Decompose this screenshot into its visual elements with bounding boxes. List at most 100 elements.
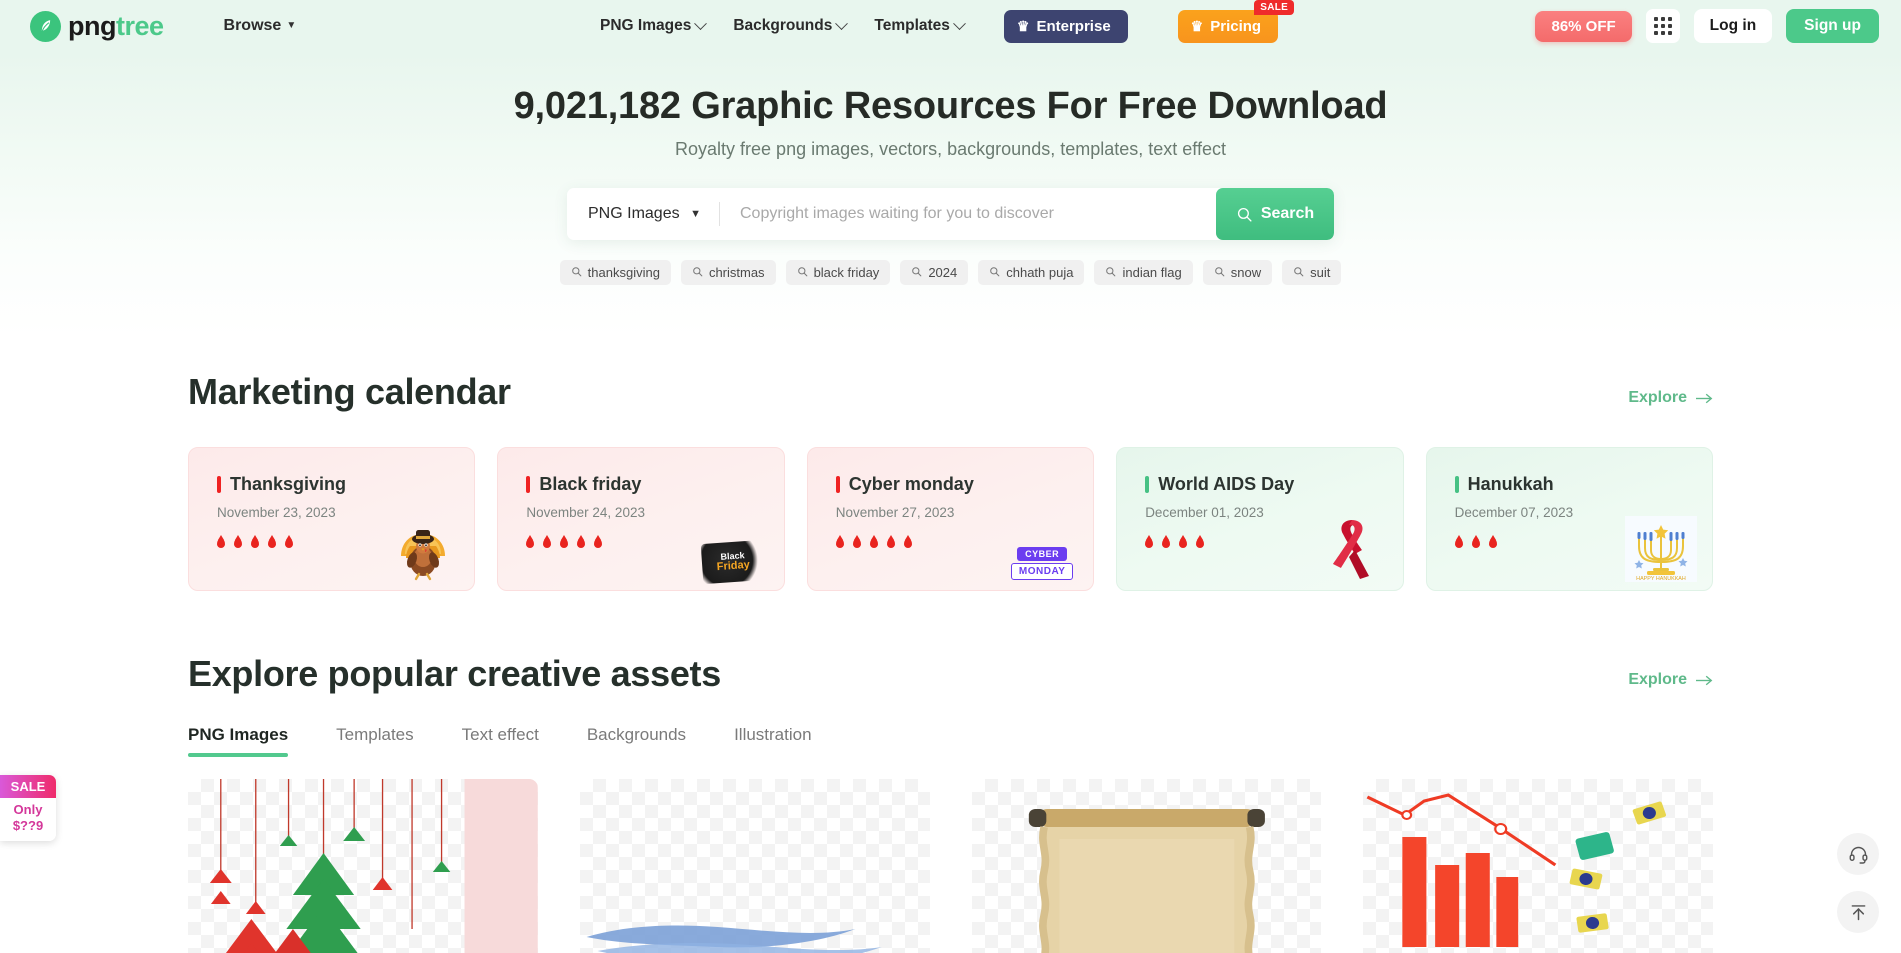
calendar-card[interactable]: Hanukkah December 07, 2023 HAPPY HANUKKAH: [1425, 447, 1713, 591]
blue-brush-stroke-illustration: [586, 925, 882, 953]
sale-sticker[interactable]: SALE Only $??9: [0, 775, 56, 841]
calendar-card-name: Hanukkah: [1467, 474, 1554, 494]
search-icon: [1106, 267, 1116, 277]
asset-category-tabs: PNG Images Templates Text effect Background…: [188, 725, 1713, 757]
calendar-card-name: World AIDS Day: [1158, 474, 1295, 494]
site-header: pngtree Browse ▼ PNG Images Backgrounds …: [0, 0, 1901, 52]
chevron-down-icon: [953, 16, 966, 30]
apps-grid-glyph: [1653, 17, 1672, 35]
intensity-dot: [594, 538, 603, 548]
suggested-tag[interactable]: black friday: [785, 260, 891, 285]
calendar-header: Marketing calendar Explore: [188, 371, 1713, 413]
nav-item-label: Backgrounds: [733, 17, 833, 34]
search-icon: [797, 267, 807, 277]
nav-item-png-images[interactable]: PNG Images: [600, 16, 708, 35]
enterprise-button[interactable]: ♛ Enterprise: [1003, 9, 1128, 43]
logo[interactable]: pngtree: [30, 10, 164, 42]
parchment-scroll-illustration: [1028, 809, 1265, 953]
suggested-tag-label: indian flag: [1122, 265, 1182, 280]
chevron-down-icon: [694, 16, 708, 30]
login-button[interactable]: Log in: [1693, 9, 1773, 43]
asset-card[interactable]: [1363, 779, 1713, 953]
marketing-calendar-section: Marketing calendar Explore Thanksgiving N…: [0, 371, 1901, 591]
sale-sticker-line1: Only: [13, 802, 43, 817]
calendar-card-art: HAPPY HANUKKAH: [1622, 504, 1700, 582]
search-input[interactable]: [720, 188, 1216, 240]
black-friday-illustration: Black Friday: [700, 539, 766, 585]
support-button[interactable]: [1837, 833, 1879, 875]
intensity-dot: [577, 538, 586, 548]
arrow-right-icon: [1696, 675, 1713, 685]
intensity-dot: [1196, 538, 1205, 548]
asset-card[interactable]: [971, 779, 1322, 953]
suggested-tag[interactable]: indian flag: [1094, 260, 1193, 285]
suggested-tag-label: 2024: [928, 265, 958, 280]
scroll-to-top-icon: [1851, 904, 1865, 920]
calendar-card[interactable]: Thanksgiving November 23, 2023: [188, 447, 476, 591]
search-category-select[interactable]: PNG Images ▼: [567, 188, 719, 240]
accent-bar-icon: [1454, 476, 1459, 493]
calendar-card-name-row: Thanksgiving: [217, 474, 474, 495]
asset-card[interactable]: [188, 779, 538, 953]
calendar-card-name-row: World AIDS Day: [1145, 474, 1402, 495]
calendar-card-grid: Thanksgiving November 23, 2023 Black frida…: [188, 447, 1713, 591]
suggested-tag[interactable]: 2024: [900, 260, 969, 285]
assets-header: Explore popular creative assets Explore: [188, 653, 1713, 695]
suggested-tag[interactable]: suit: [1282, 260, 1342, 285]
pricing-button[interactable]: ♛ Pricing SALE: [1177, 0, 1295, 43]
asset-card[interactable]: [579, 779, 930, 953]
discount-badge[interactable]: 86% OFF: [1535, 10, 1632, 42]
tab-text-effect[interactable]: Text effect: [462, 725, 539, 757]
suggested-tag[interactable]: christmas: [680, 260, 776, 285]
signup-button[interactable]: Sign up: [1786, 9, 1879, 43]
calendar-card[interactable]: World AIDS Day December 01, 2023: [1116, 447, 1404, 591]
apps-grid-icon[interactable]: [1645, 9, 1680, 43]
search-icon: [1294, 267, 1304, 277]
nav-browse[interactable]: Browse ▼: [224, 17, 297, 35]
calendar-title: Marketing calendar: [188, 371, 511, 412]
popular-assets-section: Explore popular creative assets Explore …: [0, 653, 1901, 953]
intensity-dot: [543, 538, 552, 548]
assets-explore-link[interactable]: Explore: [1628, 671, 1713, 695]
calendar-card-name-row: Black friday: [526, 474, 783, 495]
calendar-card[interactable]: Cyber monday November 27, 2023 CYBER MONDAY: [806, 447, 1095, 591]
suggested-tag[interactable]: chhath puja: [978, 260, 1085, 285]
tab-templates[interactable]: Templates: [336, 725, 413, 757]
suggested-tag[interactable]: snow: [1202, 260, 1273, 285]
suggested-tag-label: chhath puja: [1006, 265, 1074, 280]
intensity-dot: [526, 538, 535, 548]
calendar-explore-link[interactable]: Explore: [1628, 389, 1713, 413]
search-button[interactable]: Search: [1216, 188, 1334, 240]
tab-png-images[interactable]: PNG Images: [188, 725, 289, 757]
suggested-tag[interactable]: thanksgiving: [559, 260, 671, 285]
accent-bar-icon: [217, 476, 221, 493]
asset-card-grid: [188, 779, 1713, 953]
calendar-card[interactable]: Black friday November 24, 2023 Black Friday: [497, 447, 785, 591]
nav-item-backgrounds[interactable]: Backgrounds: [733, 16, 849, 35]
search-icon: [1293, 265, 1304, 280]
logo-wordmark: pngtree: [68, 12, 164, 40]
intensity-dot: [234, 538, 242, 548]
scroll-to-top-button[interactable]: [1837, 891, 1879, 933]
logo-leaf-icon: [30, 10, 61, 42]
nav-item-templates[interactable]: Templates: [874, 16, 966, 35]
tab-illustration[interactable]: Illustration: [734, 725, 811, 757]
search-icon: [1214, 265, 1225, 280]
intensity-dot: [1454, 538, 1463, 548]
pricing-sale-badge: SALE: [1254, 0, 1295, 15]
sale-sticker-line2: $??9: [12, 818, 44, 834]
tab-label: Illustration: [734, 725, 812, 744]
calendar-explore-label: Explore: [1628, 389, 1687, 406]
crown-icon: ♛: [1016, 18, 1030, 34]
svg-text:HAPPY HANUKKAH: HAPPY HANUKKAH: [1636, 576, 1686, 582]
accent-bar-icon: [1145, 476, 1150, 493]
search-icon: [692, 265, 703, 280]
tab-backgrounds[interactable]: Backgrounds: [587, 725, 686, 757]
intensity-dot: [251, 538, 259, 548]
intensity-dot: [886, 538, 895, 548]
search-icon: [693, 267, 703, 277]
chevron-down-icon: ▼: [286, 20, 297, 31]
intensity-dot: [903, 538, 912, 548]
intensity-dot: [835, 538, 844, 548]
nav-item-label: Templates: [874, 17, 950, 34]
